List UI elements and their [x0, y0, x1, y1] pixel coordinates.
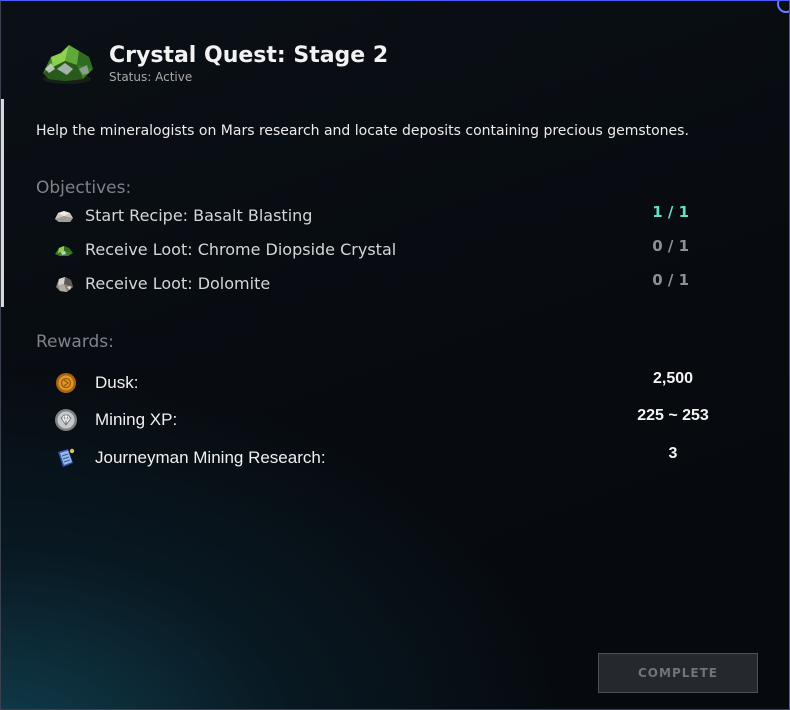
objectives-heading: Objectives: — [36, 178, 132, 198]
dolomite-icon — [56, 276, 73, 292]
objective-label: Start Recipe: Basalt Blasting — [85, 206, 313, 225]
complete-button[interactable]: COMPLETE — [598, 653, 758, 693]
objective-row: Start Recipe: Basalt Blasting — [53, 206, 312, 225]
reward-row: Dusk: — [53, 370, 138, 396]
green-crystal-icon — [55, 245, 73, 256]
objective-progress: 1 / 1 — [652, 203, 689, 221]
quest-status: Status: Active — [109, 69, 193, 84]
basalt-rock-icon — [55, 210, 73, 222]
quest-header: Crystal Quest: Stage 2 Status: Active — [39, 39, 388, 87]
objective-progress: 0 / 1 — [652, 237, 689, 255]
mining-xp-icon — [55, 409, 77, 431]
objective-progress: 0 / 1 — [652, 271, 689, 289]
reward-row: Mining XP: — [53, 407, 177, 433]
reward-value: 2,500 — [652, 370, 694, 387]
scroll-indicator[interactable] — [1, 99, 4, 307]
close-icon[interactable] — [777, 1, 789, 13]
green-crystal-icon — [43, 45, 93, 84]
objective-row: Receive Loot: Chrome Diopside Crystal — [53, 240, 396, 259]
research-book-icon — [58, 448, 75, 467]
quest-title: Crystal Quest: Stage 2 — [109, 42, 389, 68]
quest-panel: Crystal Quest: Stage 2 Status: Active He… — [0, 0, 790, 710]
rewards-heading: Rewards: — [36, 332, 114, 352]
reward-value: 3 — [668, 445, 678, 462]
quest-title-block: Crystal Quest: Stage 2 Status: Active — [109, 43, 388, 84]
dusk-coin-icon — [56, 373, 76, 393]
objective-label: Receive Loot: Chrome Diopside Crystal — [85, 240, 397, 259]
quest-description: Help the mineralogists on Mars research … — [36, 123, 689, 139]
reward-row: Journeyman Mining Research: — [53, 445, 326, 471]
reward-label: Journeyman Mining Research: — [95, 448, 326, 467]
reward-label: Mining XP: — [95, 410, 178, 429]
reward-value: 225 ~ 253 — [637, 407, 709, 424]
reward-label: Dusk: — [95, 373, 139, 392]
objective-row: Receive Loot: Dolomite — [53, 274, 270, 293]
objective-label: Receive Loot: Dolomite — [85, 274, 271, 293]
